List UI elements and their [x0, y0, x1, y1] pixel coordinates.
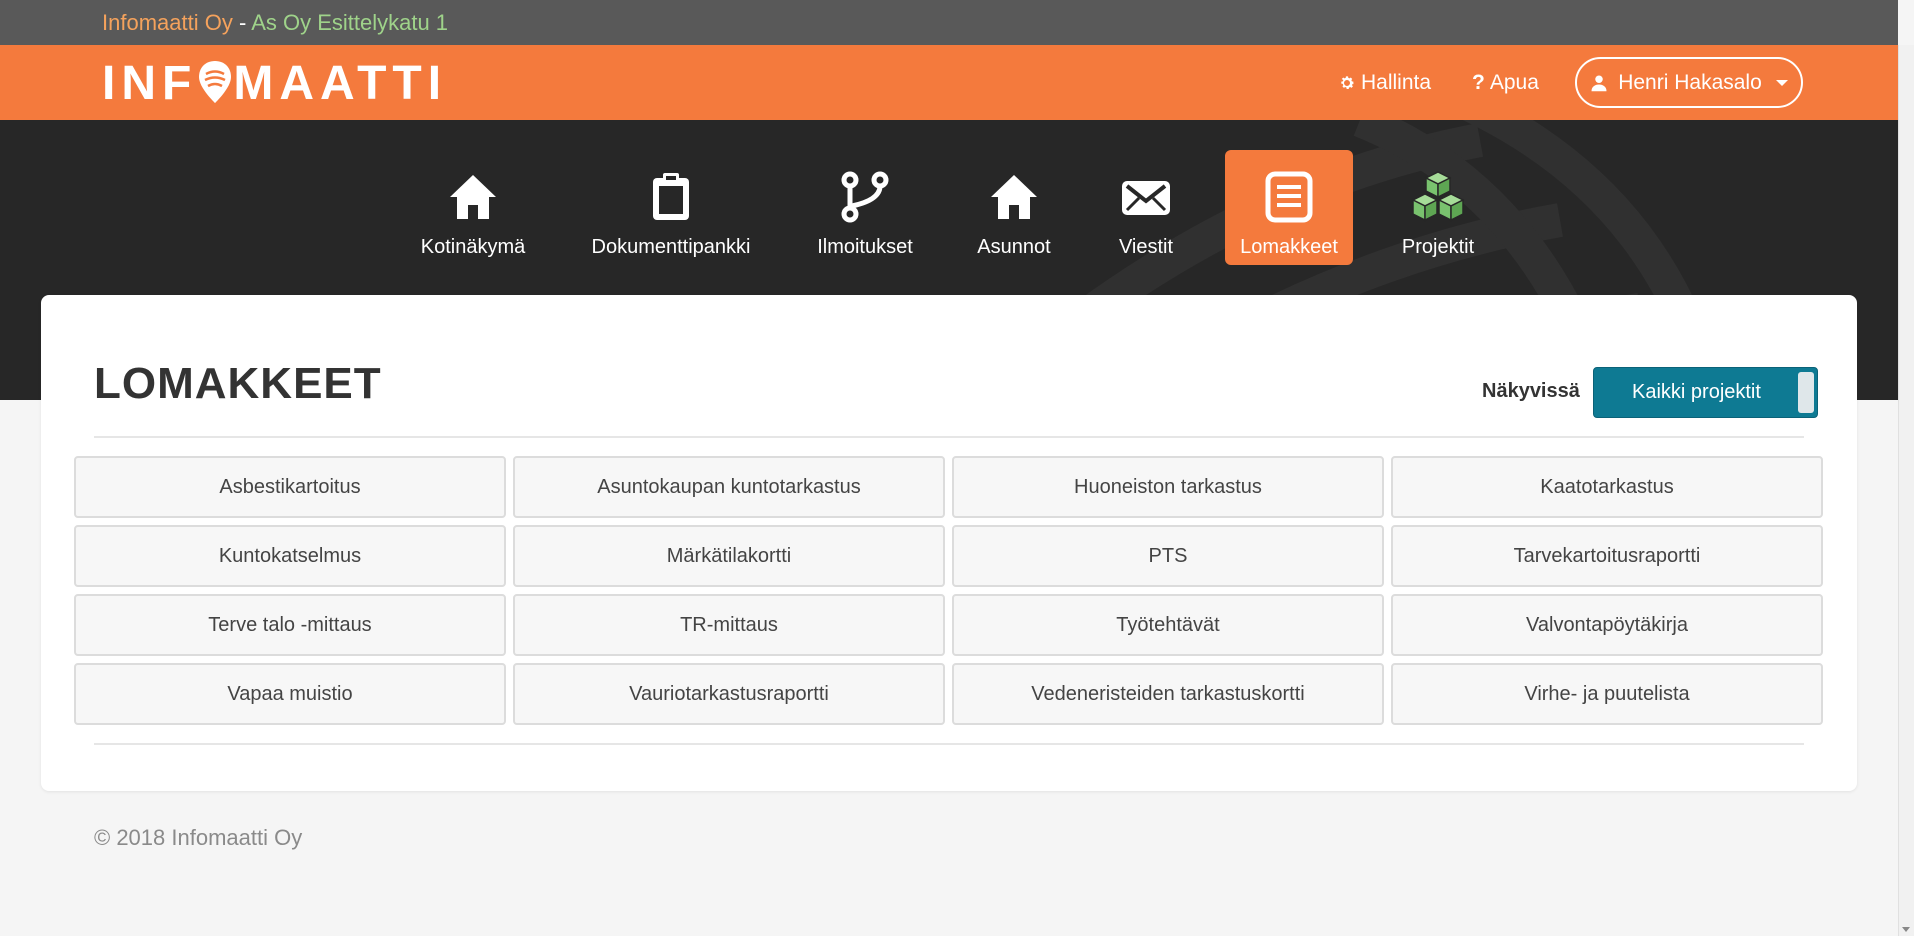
infomaatti-logo[interactable]: INF MAATTI — [102, 59, 447, 108]
logo-pin-icon — [199, 61, 232, 103]
form-button[interactable]: Valvontapöytäkirja — [1391, 594, 1823, 656]
form-button[interactable]: PTS — [952, 525, 1384, 587]
nav-label: Lomakkeet — [1240, 236, 1338, 258]
nav-label: Kotinäkymä — [420, 236, 526, 258]
user-icon — [1591, 75, 1607, 91]
breadcrumb-separator: - — [232, 10, 252, 35]
clipboard-icon — [653, 173, 689, 220]
forms-grid: Asbestikartoitus Asuntokaupan kuntotarka… — [74, 456, 1824, 725]
user-menu-button[interactable]: Henri Hakasalo — [1575, 57, 1803, 108]
nav-label: Dokumenttipankki — [591, 236, 751, 258]
question-icon: ? — [1472, 71, 1485, 94]
chevron-down-icon — [1775, 79, 1788, 86]
form-button[interactable]: Asuntokaupan kuntotarkastus — [513, 456, 945, 518]
home-icon — [450, 175, 496, 219]
form-button[interactable]: Virhe- ja puutelista — [1391, 663, 1823, 725]
form-button[interactable]: TR-mittaus — [513, 594, 945, 656]
filter-label: Kaikki projektit — [1632, 381, 1761, 403]
scroll-down-icon[interactable] — [1902, 927, 1910, 932]
form-button[interactable]: Kaatotarkastus — [1391, 456, 1823, 518]
housing-company-link[interactable]: As Oy Esittelykatu 1 — [251, 10, 448, 35]
main-navigation: Kotinäkymä Dokumenttipankki Ilmoitukset … — [0, 150, 1898, 265]
form-button[interactable]: Vauriotarkastusraportti — [513, 663, 945, 725]
form-button[interactable]: Asbestikartoitus — [74, 456, 506, 518]
nav-label: Asunnot — [977, 236, 1051, 258]
gear-icon — [1341, 76, 1355, 89]
home-icon — [991, 175, 1037, 219]
settings-link[interactable]: Hallinta — [1338, 71, 1431, 95]
logo-text-right: MAATTI — [233, 57, 448, 110]
nav-label: Projektit — [1401, 236, 1475, 258]
nav-item-apartments[interactable]: Asunnot — [962, 150, 1066, 265]
form-button[interactable]: Työtehtävät — [952, 594, 1384, 656]
form-list-icon — [1265, 171, 1313, 223]
form-button[interactable]: Tarvekartoitusraportti — [1391, 525, 1823, 587]
nav-label: Ilmoitukset — [817, 236, 913, 258]
page-title: LOMAKKEET — [94, 359, 382, 408]
form-button[interactable]: Huoneiston tarkastus — [952, 456, 1384, 518]
visibility-label: Näkyvissä — [1482, 380, 1580, 402]
envelope-icon — [1122, 181, 1170, 215]
branch-icon — [841, 171, 889, 223]
nav-item-forms[interactable]: Lomakkeet — [1225, 150, 1353, 265]
form-button[interactable]: Vedeneristeiden tarkastuskortti — [952, 663, 1384, 725]
divider — [94, 743, 1804, 745]
form-button[interactable]: Vapaa muistio — [74, 663, 506, 725]
divider — [94, 436, 1804, 438]
nav-item-home[interactable]: Kotinäkymä — [408, 150, 538, 265]
settings-label: Hallinta — [1361, 71, 1432, 94]
nav-item-projects[interactable]: Projektit — [1390, 150, 1486, 265]
cubes-icon — [1411, 171, 1465, 222]
help-label: Apua — [1489, 71, 1539, 94]
nav-label: Viestit — [1118, 236, 1174, 258]
form-button[interactable]: Kuntokatselmus — [74, 525, 506, 587]
app-header: INF MAATTI Hallinta ? Apua Henri Hakasalo — [0, 45, 1898, 120]
toggle-knob[interactable] — [1798, 372, 1814, 413]
company-link[interactable]: Infomaatti Oy — [102, 10, 233, 35]
form-button[interactable]: Terve talo -mittaus — [74, 594, 506, 656]
user-name: Henri Hakasalo — [1618, 70, 1762, 94]
form-button[interactable]: Märkätilakortti — [513, 525, 945, 587]
logo-text-left: INF — [102, 57, 198, 110]
help-link[interactable]: ? Apua — [1472, 71, 1539, 95]
organization-breadcrumb: Infomaatti Oy - As Oy Esittelykatu 1 — [102, 10, 448, 36]
forms-card: LOMAKKEET Näkyvissä Kaikki projektit Asb… — [41, 295, 1857, 791]
nav-item-document-bank[interactable]: Dokumenttipankki — [578, 150, 764, 265]
vertical-scrollbar[interactable] — [1898, 45, 1914, 936]
footer-copyright: © 2018 Infomaatti Oy — [94, 825, 303, 850]
nav-item-notifications[interactable]: Ilmoitukset — [806, 150, 924, 265]
project-filter-toggle[interactable]: Kaikki projektit — [1593, 367, 1818, 418]
nav-item-messages[interactable]: Viestit — [1104, 150, 1188, 265]
top-bar: Infomaatti Oy - As Oy Esittelykatu 1 — [0, 0, 1898, 45]
